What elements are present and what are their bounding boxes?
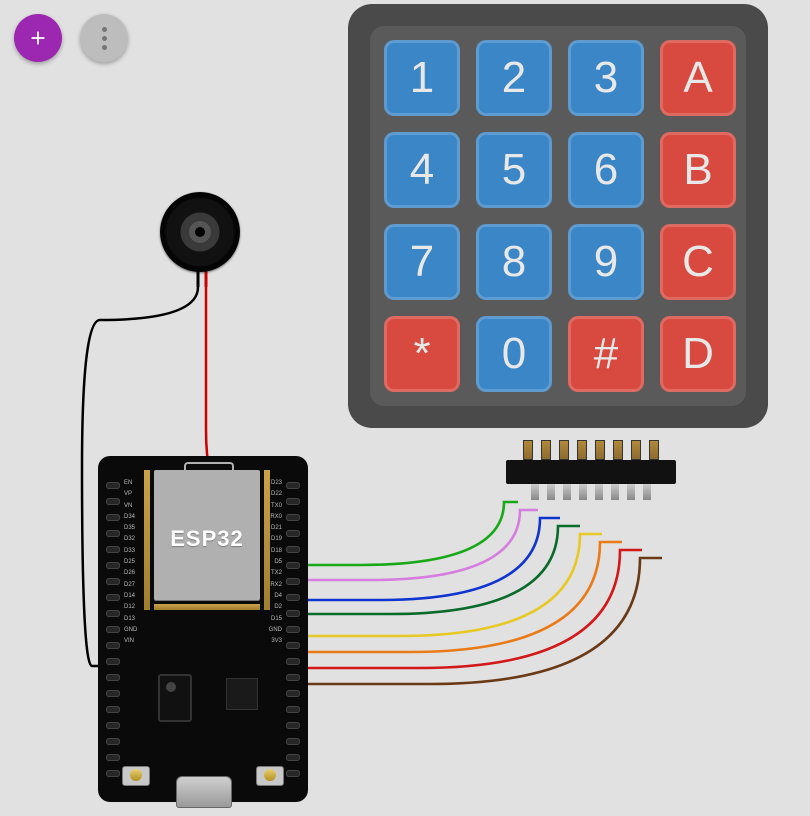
keypad-key-6[interactable]: 6 bbox=[568, 132, 644, 208]
keypad-key-A[interactable]: A bbox=[660, 40, 736, 116]
keypad-key-1[interactable]: 1 bbox=[384, 40, 460, 116]
pin-label: D25 bbox=[124, 559, 137, 565]
pin-label: D14 bbox=[124, 593, 137, 599]
keypad-key-D[interactable]: D bbox=[660, 316, 736, 392]
buzzer bbox=[160, 192, 240, 272]
pin-label: D26 bbox=[124, 570, 137, 576]
pin-label: VIN bbox=[124, 638, 137, 644]
keypad-key-B[interactable]: B bbox=[660, 132, 736, 208]
pin-label: D27 bbox=[124, 582, 137, 588]
keypad-4x4: 123A 456B 789C *0#D bbox=[348, 4, 768, 428]
keypad-key-3[interactable]: 3 bbox=[568, 40, 644, 116]
keypad-key-C[interactable]: C bbox=[660, 224, 736, 300]
boot-button[interactable] bbox=[256, 766, 284, 786]
pin-label: RX2 bbox=[269, 582, 282, 588]
pin-label: 3V3 bbox=[269, 638, 282, 644]
pin-label: RX0 bbox=[269, 514, 282, 520]
pin-label: D5 bbox=[269, 559, 282, 565]
keypad-key-*[interactable]: * bbox=[384, 316, 460, 392]
keypad-key-5[interactable]: 5 bbox=[476, 132, 552, 208]
pin-label: GND bbox=[124, 627, 137, 633]
pin-label: D22 bbox=[269, 491, 282, 497]
pin-label: D13 bbox=[124, 616, 137, 622]
mcu-label: ESP32 bbox=[154, 526, 260, 552]
more-icon bbox=[102, 25, 107, 52]
keypad-key-#[interactable]: # bbox=[568, 316, 644, 392]
esp32-devkit: EN VP VN D34 D35 D32 D33 D25 D26 D27 D14 D12 D13 GND V… bbox=[98, 456, 308, 802]
esp32-shield: ESP32 bbox=[154, 470, 260, 600]
pin-label: D12 bbox=[124, 604, 137, 610]
pin-label: D33 bbox=[124, 548, 137, 554]
pin-label: D19 bbox=[269, 536, 282, 542]
pin-label: D2 bbox=[269, 604, 282, 610]
add-button[interactable] bbox=[14, 14, 62, 62]
pin-label: D15 bbox=[269, 616, 282, 622]
pin-label: D35 bbox=[124, 525, 137, 531]
pin-label: EN bbox=[124, 480, 137, 486]
circuit-diagram: 123A 456B 789C *0#D EN VP VN D34 D35 D32 D33 D25 D2… bbox=[0, 0, 810, 816]
pin-label: D32 bbox=[124, 536, 137, 542]
pin-label: VP bbox=[124, 491, 137, 497]
voltage-regulator bbox=[158, 674, 192, 722]
keypad-connector bbox=[506, 440, 676, 510]
pin-label: D18 bbox=[269, 548, 282, 554]
plus-icon bbox=[27, 27, 49, 49]
pin-label: TX0 bbox=[269, 503, 282, 509]
pin-label: D23 bbox=[269, 480, 282, 486]
keypad-key-7[interactable]: 7 bbox=[384, 224, 460, 300]
pin-label: D34 bbox=[124, 514, 137, 520]
keypad-key-2[interactable]: 2 bbox=[476, 40, 552, 116]
keypad-key-0[interactable]: 0 bbox=[476, 316, 552, 392]
pin-label: GND bbox=[269, 627, 282, 633]
keypad-key-8[interactable]: 8 bbox=[476, 224, 552, 300]
usb-chip bbox=[226, 678, 258, 710]
pin-label: D21 bbox=[269, 525, 282, 531]
en-button[interactable] bbox=[122, 766, 150, 786]
pin-label: TX2 bbox=[269, 570, 282, 576]
pin-label: VN bbox=[124, 503, 137, 509]
keypad-key-4[interactable]: 4 bbox=[384, 132, 460, 208]
pin-label: D4 bbox=[269, 593, 282, 599]
keypad-key-9[interactable]: 9 bbox=[568, 224, 644, 300]
more-button[interactable] bbox=[80, 14, 128, 62]
micro-usb-port bbox=[176, 776, 232, 808]
